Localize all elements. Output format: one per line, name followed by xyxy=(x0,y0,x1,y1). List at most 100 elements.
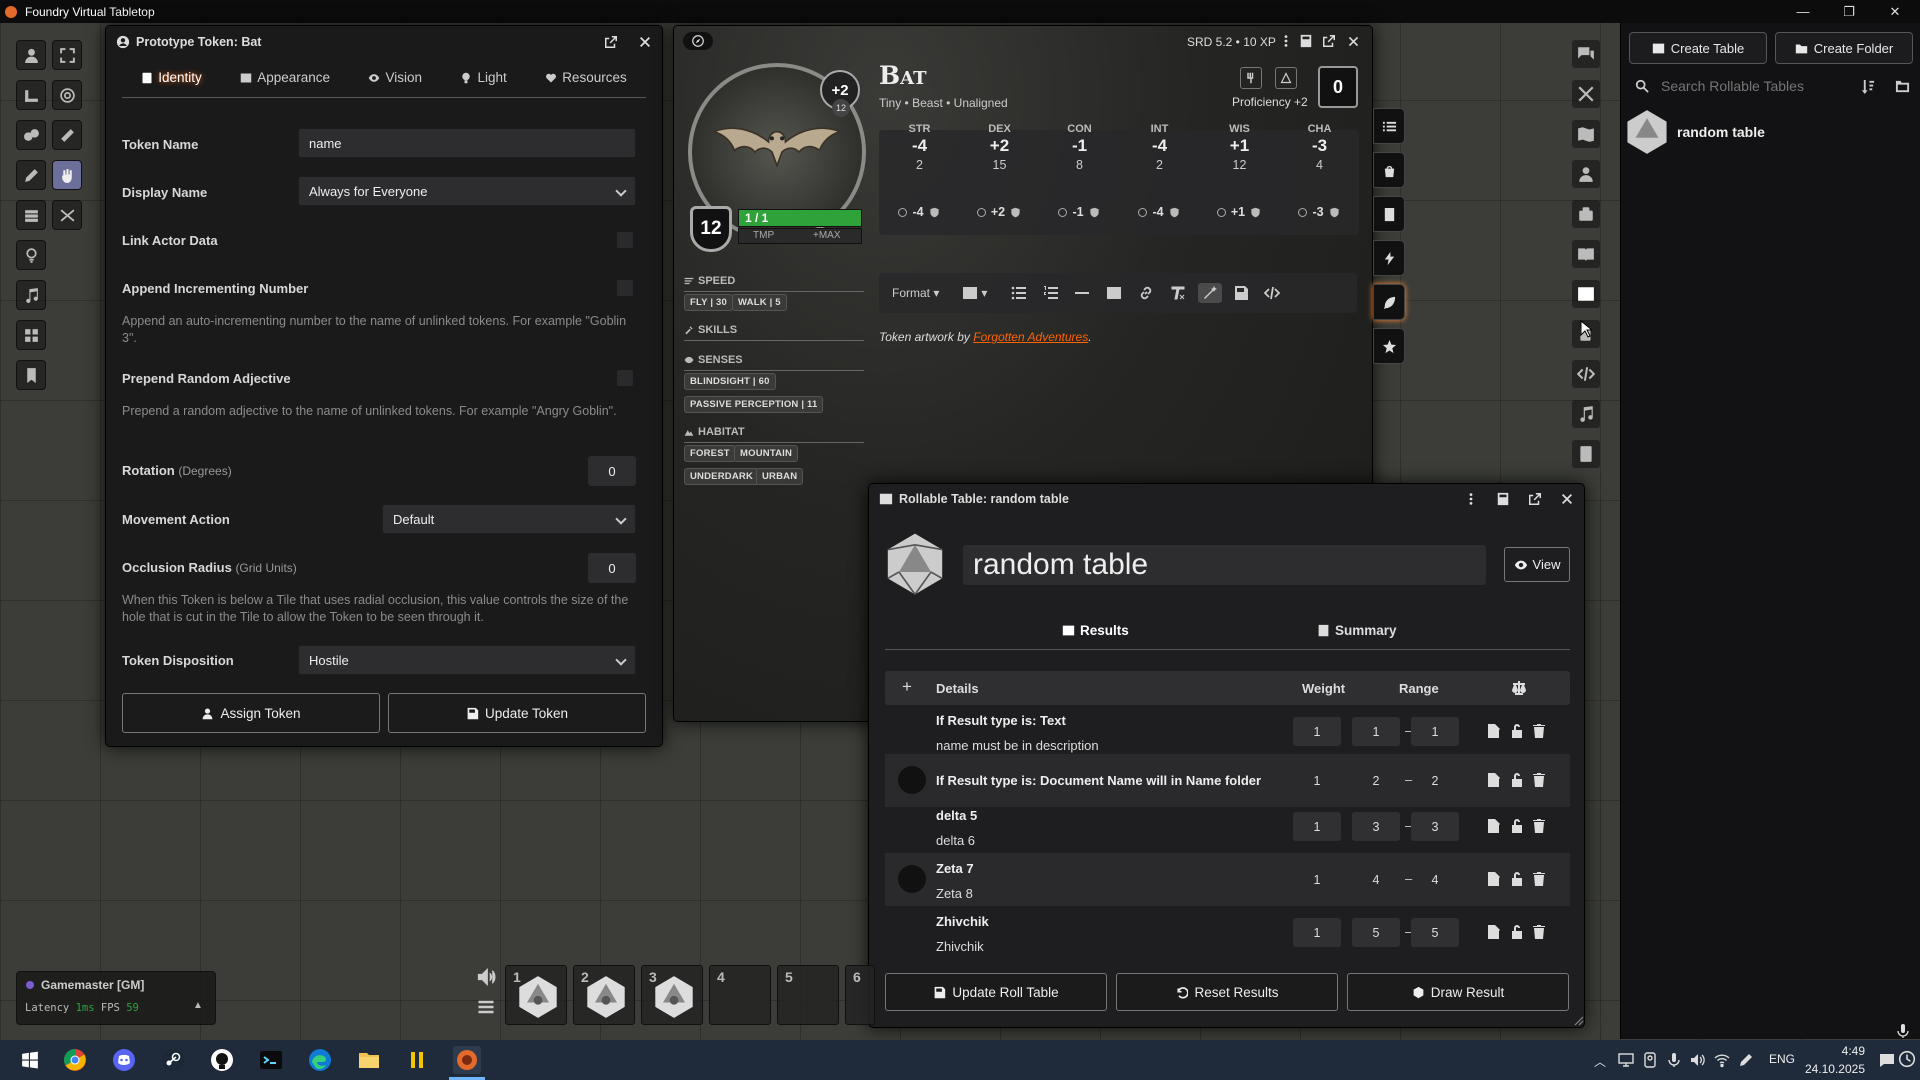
weight-input[interactable]: 1 xyxy=(1293,918,1341,947)
popout-icon[interactable] xyxy=(604,35,618,49)
horizontal-rule-icon[interactable] xyxy=(1074,283,1090,303)
table-insert-icon[interactable]: ▾ xyxy=(962,283,987,303)
update-roll-table-button[interactable]: Update Roll Table xyxy=(885,973,1107,1011)
clock-time[interactable]: 4:49 xyxy=(1825,1044,1865,1058)
link-actor-checkbox[interactable] xyxy=(616,231,634,249)
hotbar-slot[interactable]: 2 xyxy=(573,965,635,1025)
link-icon[interactable] xyxy=(1138,283,1154,303)
hotbar-slot[interactable]: 6 xyxy=(845,965,875,1025)
delete-icon[interactable] xyxy=(1531,818,1547,834)
delete-icon[interactable] xyxy=(1531,871,1547,887)
save-icon[interactable] xyxy=(1233,283,1249,303)
unlock-icon[interactable] xyxy=(1509,772,1525,788)
actors-tab-icon[interactable] xyxy=(1572,160,1600,188)
lighting-icon[interactable] xyxy=(16,240,46,270)
range-to-input[interactable]: 1 xyxy=(1411,717,1459,746)
create-table-button[interactable]: Create Table xyxy=(1629,32,1767,64)
delete-icon[interactable] xyxy=(1531,772,1547,788)
pen-tray-icon[interactable] xyxy=(1738,1052,1754,1068)
windows-start-icon[interactable] xyxy=(16,1046,44,1074)
tab-identity[interactable]: Identity xyxy=(141,70,202,85)
minimize-button[interactable]: — xyxy=(1780,0,1826,23)
ability-4[interactable]: WIS +1 12 xyxy=(1200,123,1279,172)
tab-summary[interactable]: Summary xyxy=(1317,623,1397,638)
edit-icon[interactable] xyxy=(1486,871,1502,887)
table-row[interactable]: delta 5 delta 6 1 3–3 xyxy=(885,800,1570,853)
inventory-tab-icon[interactable] xyxy=(1373,152,1405,188)
range-from-input[interactable]: 5 xyxy=(1352,918,1400,947)
kebab-menu-icon[interactable] xyxy=(1279,34,1293,48)
table-row[interactable]: Zeta 7 Zeta 8 1 4–4 xyxy=(885,853,1570,906)
short-rest-icon[interactable] xyxy=(1240,67,1262,89)
sheet-config-icon[interactable] xyxy=(1496,492,1510,506)
weight-input[interactable]: 1 xyxy=(1293,766,1341,795)
range-to-input[interactable]: 5 xyxy=(1411,918,1459,947)
inspiration-box[interactable]: 0 xyxy=(1318,66,1358,108)
weight-input[interactable]: 1 xyxy=(1293,812,1341,841)
numbered-list-icon[interactable] xyxy=(1043,283,1059,303)
effects-tab-icon[interactable] xyxy=(1373,240,1405,276)
draw-result-button[interactable]: Draw Result xyxy=(1347,973,1569,1011)
voice-mic-icon[interactable] xyxy=(1897,1023,1909,1039)
biography-tab-icon[interactable] xyxy=(1373,196,1405,232)
focus-assist-icon[interactable] xyxy=(1898,1050,1916,1068)
tray-overflow-icon[interactable]: ︿ xyxy=(1594,1053,1606,1070)
display-tray-icon[interactable] xyxy=(1618,1052,1634,1068)
armor-class-shield[interactable]: 12 xyxy=(690,206,732,252)
fullscreen-icon[interactable] xyxy=(52,40,82,70)
ability-5[interactable]: CHA -3 4 xyxy=(1280,123,1359,172)
chat-tab-icon[interactable] xyxy=(1572,40,1600,68)
close-icon[interactable] xyxy=(1560,492,1574,506)
playlists-tab-icon[interactable] xyxy=(1572,400,1600,428)
range-from-input[interactable]: 3 xyxy=(1352,812,1400,841)
update-token-button[interactable]: Update Token xyxy=(388,693,646,733)
magic-wand-icon[interactable] xyxy=(1198,283,1222,303)
sounds-icon[interactable] xyxy=(16,280,46,310)
clear-format-icon[interactable] xyxy=(1170,283,1186,303)
bullet-list-icon[interactable] xyxy=(1011,283,1027,303)
unlock-icon[interactable] xyxy=(1509,924,1525,940)
speaker-tray-icon[interactable] xyxy=(1690,1052,1706,1068)
favorites-tab-icon[interactable] xyxy=(1373,328,1405,364)
players-panel[interactable]: Gamemaster [GM] Latency 1ms FPS 59 ▲ xyxy=(16,971,216,1025)
hp-bar[interactable]: 1 / 1 xyxy=(738,209,862,227)
edit-icon[interactable] xyxy=(1486,818,1502,834)
notes-icon[interactable] xyxy=(16,360,46,390)
table-name-input[interactable]: random table xyxy=(963,545,1486,585)
hotbar-slot[interactable]: 1 xyxy=(505,965,567,1025)
result-image[interactable] xyxy=(898,865,926,893)
range-from-input[interactable]: 1 xyxy=(1352,717,1400,746)
hotbar-slot[interactable]: 4 xyxy=(709,965,771,1025)
assign-token-button[interactable]: Assign Token xyxy=(122,693,380,733)
shuffle-icon[interactable] xyxy=(52,200,82,230)
movement-action-select[interactable]: Default xyxy=(382,504,636,534)
saving-throw[interactable]: +1 xyxy=(1204,205,1274,219)
unlock-icon[interactable] xyxy=(1509,871,1525,887)
saving-throw[interactable]: -4 xyxy=(1124,205,1194,219)
chevron-up-icon[interactable]: ▲ xyxy=(193,1000,203,1011)
hotbar-menu-icon[interactable] xyxy=(476,997,500,1021)
table-row[interactable]: Zhivchik Zhivchik 1 5–5 xyxy=(885,906,1570,959)
drawing-icon[interactable] xyxy=(16,160,46,190)
saving-throw[interactable]: -4 xyxy=(884,205,954,219)
tab-light[interactable]: Light xyxy=(460,70,507,85)
hotbar-slot[interactable]: 3 xyxy=(641,965,703,1025)
close-icon[interactable] xyxy=(1347,35,1360,48)
saving-throw[interactable]: -1 xyxy=(1044,205,1114,219)
popout-icon[interactable] xyxy=(1528,492,1542,506)
maximize-button[interactable]: ❐ xyxy=(1826,0,1872,23)
range-from-input[interactable]: 2 xyxy=(1352,766,1400,795)
close-window-button[interactable]: ✕ xyxy=(1872,0,1918,23)
prepend-adjective-checkbox[interactable] xyxy=(616,369,634,387)
table-d20-image[interactable] xyxy=(883,530,947,598)
collapse-folders-icon[interactable] xyxy=(1895,79,1910,94)
occlusion-radius-input[interactable]: 0 xyxy=(588,553,636,583)
language-indicator[interactable]: ENG xyxy=(1769,1052,1795,1066)
wifi-tray-icon[interactable] xyxy=(1714,1052,1730,1068)
view-button[interactable]: View xyxy=(1504,547,1570,582)
tab-resources[interactable]: Resources xyxy=(545,70,627,85)
long-rest-icon[interactable] xyxy=(1275,67,1297,89)
features-tab-icon[interactable] xyxy=(1373,108,1405,144)
compendium-tab-icon[interactable] xyxy=(1572,440,1600,468)
insert-image-icon[interactable] xyxy=(1106,283,1122,303)
